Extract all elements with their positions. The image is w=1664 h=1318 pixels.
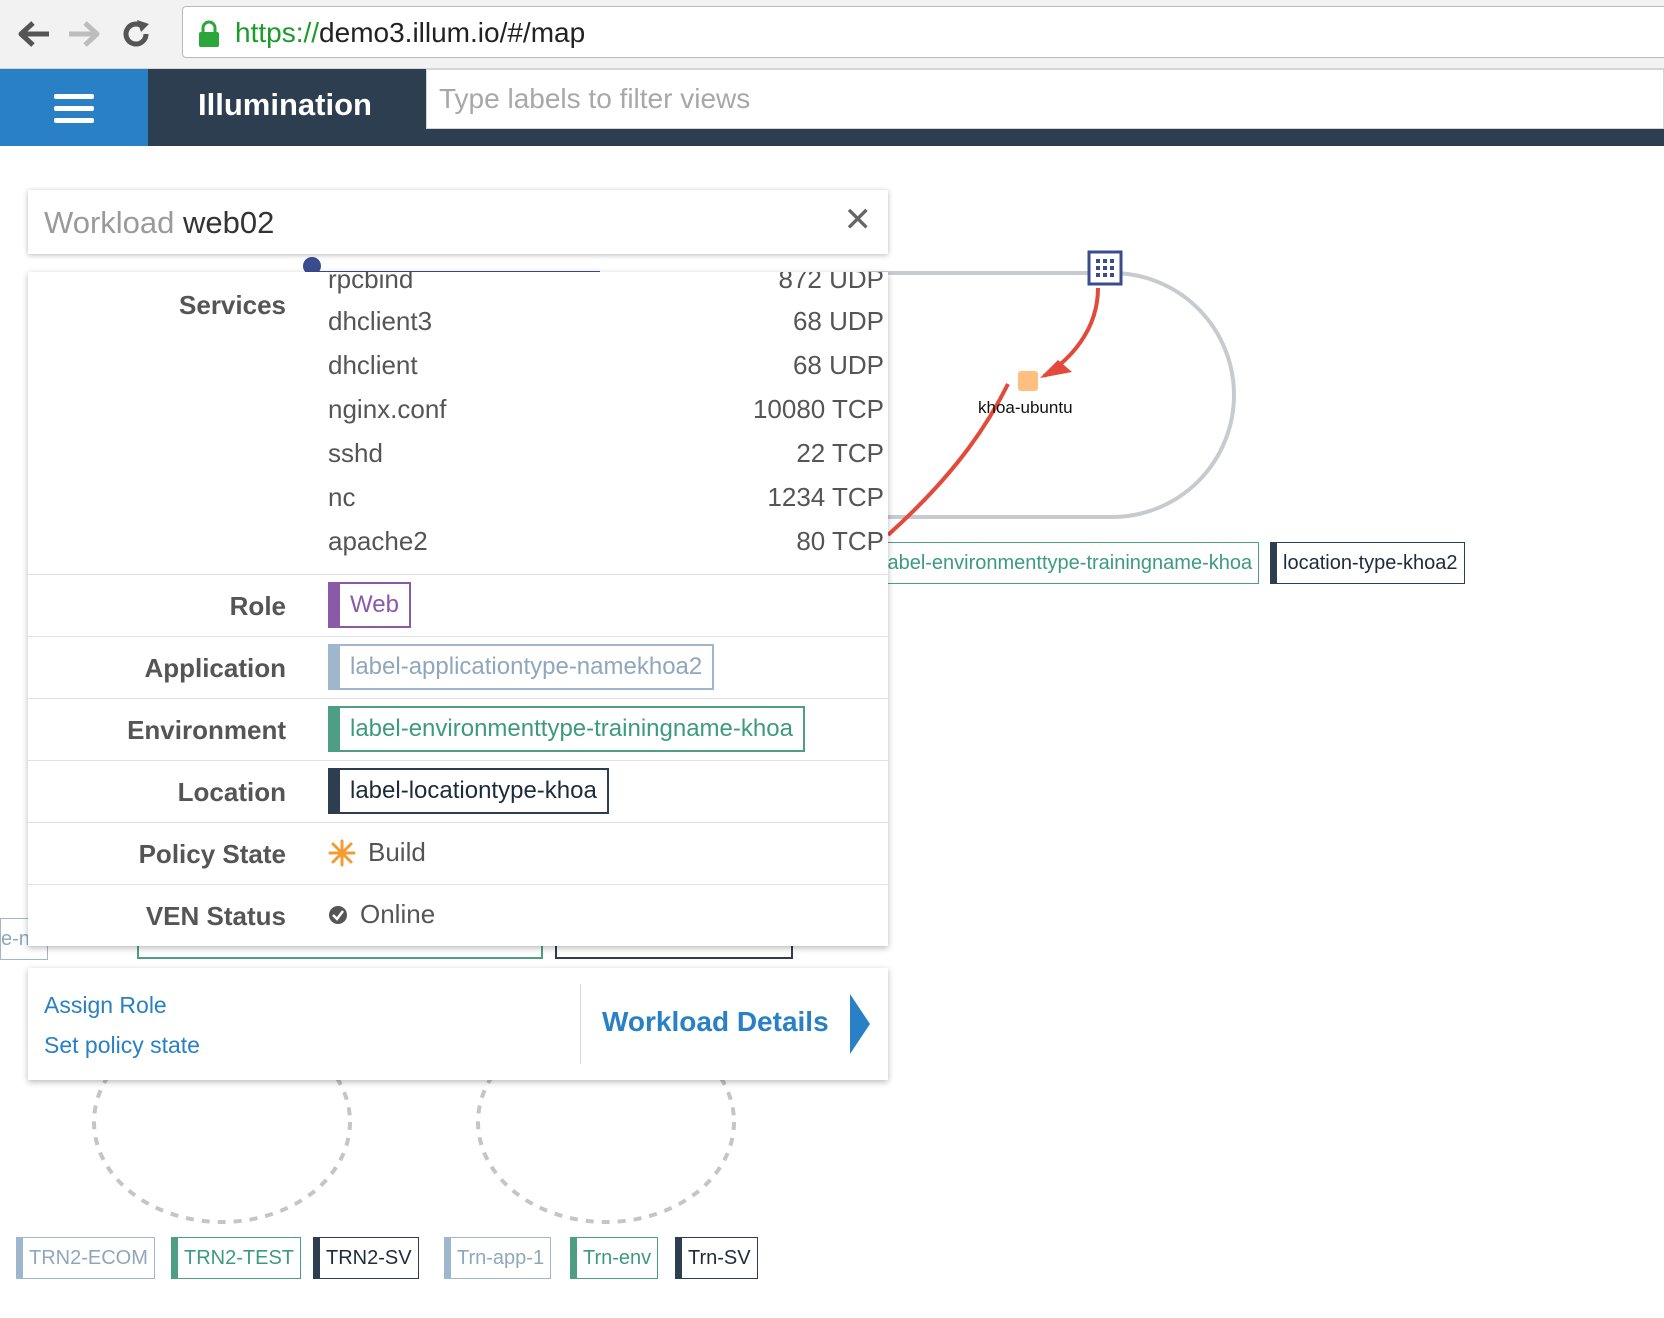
service-port: 22 TCP: [796, 438, 884, 468]
panel-kind: Workload: [44, 205, 175, 240]
online-check-icon: [329, 905, 347, 924]
service-name: sshd: [328, 438, 383, 468]
map-label-trn-env[interactable]: Trn-env: [570, 1237, 659, 1279]
workload-panel-header: Workload web02 ✕: [28, 190, 888, 254]
build-sun-icon: [328, 839, 356, 866]
reload-button[interactable]: [116, 14, 156, 54]
app-title: Illumination: [198, 87, 372, 122]
service-name: nc: [328, 482, 356, 512]
workload-details-button[interactable]: Workload Details: [602, 1006, 829, 1038]
app-header: Illumination: [0, 69, 1664, 146]
location-label: Location: [177, 777, 286, 807]
grid-icon: [1096, 259, 1114, 277]
workload-node: [1018, 371, 1038, 391]
reload-icon: [123, 20, 149, 47]
application-row: Application label-applicationtype-namekh…: [28, 637, 888, 699]
hamburger-menu-icon: [54, 93, 94, 123]
environment-label: Environment: [127, 715, 286, 745]
map-label-trn-sv[interactable]: Trn-SV: [675, 1237, 758, 1279]
service-name: dhclient: [328, 350, 418, 380]
close-panel-button[interactable]: ✕: [844, 202, 873, 238]
service-port: 872 UDP: [778, 272, 885, 294]
set-policy-state-link[interactable]: Set policy state: [44, 1032, 200, 1059]
url-scheme: https://: [235, 17, 320, 48]
application-label: Application: [144, 653, 286, 683]
url-text: https://demo3.illum.io/#/map: [235, 17, 585, 49]
map-label-trn2-test[interactable]: TRN2-TEST: [171, 1237, 301, 1279]
services-row: Services rpcbind 872 UDP dhclient3 68 UDP …: [28, 272, 888, 575]
arrow-head: [1040, 360, 1072, 378]
forward-arrow-icon: [69, 21, 100, 47]
location-row: Location label-locationtype-khoa: [28, 761, 888, 823]
role-row: Role Web: [28, 575, 888, 637]
assign-role-link[interactable]: Assign Role: [44, 992, 167, 1019]
ven-status-text: Online: [360, 899, 436, 929]
address-bar[interactable]: https://demo3.illum.io/#/map: [182, 6, 1664, 58]
workload-name: web02: [183, 205, 275, 240]
traffic-edge: [1042, 287, 1100, 378]
label-filter-input[interactable]: [426, 69, 1664, 129]
ven-status-value: Online: [328, 899, 435, 930]
environment-value-badge[interactable]: label-environmenttype-trainingname-khoa: [328, 706, 805, 752]
environment-row: Environment label-environmenttype-traini…: [28, 699, 888, 761]
services-label: Services: [179, 290, 286, 320]
map-env-label[interactable]: label-environmenttype-trainingname-khoa: [876, 542, 1260, 584]
browser-toolbar: https://demo3.illum.io/#/map: [0, 0, 1664, 69]
role-label: Role: [229, 591, 286, 621]
footer-divider: [580, 984, 581, 1064]
service-port: 1234 TCP: [767, 482, 884, 512]
ven-status-row: VEN Status Online: [28, 885, 888, 946]
url-host-path: demo3.illum.io/#/map: [319, 17, 586, 48]
service-port: 68 UDP: [792, 350, 884, 380]
service-port: 80 TCP: [796, 526, 884, 556]
back-arrow-icon: [18, 21, 49, 47]
service-name: nginx.conf: [328, 394, 447, 424]
map-label-trn2-ecom[interactable]: TRN2-ECOM: [16, 1237, 155, 1279]
workload-panel-body: Services rpcbind 872 UDP dhclient3 68 UDP …: [28, 272, 888, 946]
role-value-badge[interactable]: Web: [328, 582, 411, 628]
map-label-trn2-sv[interactable]: TRN2-SV: [313, 1237, 419, 1279]
panel-title: Workload web02: [44, 205, 274, 241]
policy-state-row: Policy State Build: [28, 823, 888, 885]
map-location-label[interactable]: location-type-khoa2: [1270, 542, 1465, 584]
location-value-badge[interactable]: label-locationtype-khoa: [328, 768, 609, 814]
service-port: 10080 TCP: [752, 394, 884, 424]
service-port: 68 UDP: [792, 306, 884, 336]
service-name: rpcbind: [328, 272, 414, 294]
map-label-trn-app-1[interactable]: Trn-app-1: [444, 1237, 552, 1279]
policy-state-label: Policy State: [138, 839, 286, 869]
menu-button[interactable]: [0, 69, 148, 146]
application-value-badge[interactable]: label-applicationtype-namekhoa2: [328, 644, 715, 690]
service-name: dhclient3: [328, 306, 433, 336]
ven-status-label: VEN Status: [145, 901, 286, 931]
forward-button[interactable]: [64, 14, 104, 54]
policy-state-text: Build: [368, 837, 426, 867]
workload-node-label[interactable]: khoa-ubuntu: [978, 398, 1073, 418]
policy-state-value: Build: [328, 837, 426, 868]
group-ring: [868, 271, 1236, 519]
service-name: apache2: [328, 526, 428, 556]
chevron-right-icon[interactable]: [848, 994, 870, 1054]
back-button[interactable]: [14, 14, 54, 54]
workload-panel-footer: Assign Role Set policy state Workload De…: [28, 968, 888, 1080]
lock-icon: [199, 20, 219, 47]
